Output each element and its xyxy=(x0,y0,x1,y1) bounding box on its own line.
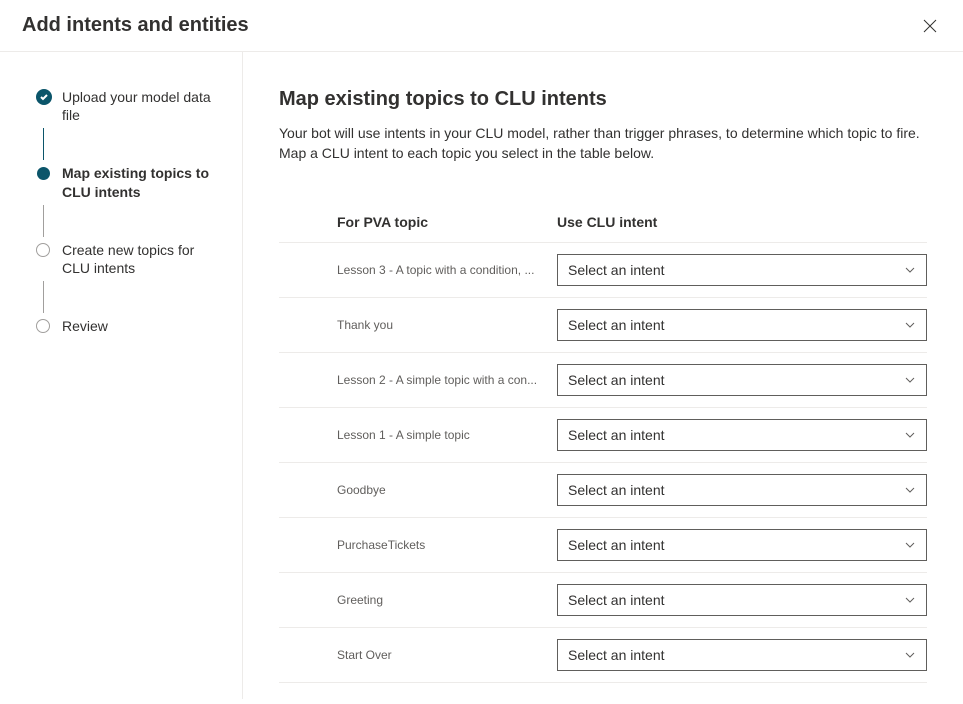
table-row: Lesson 1 - A simple topic Select an inte… xyxy=(279,408,927,463)
column-header-intent: Use CLU intent xyxy=(557,214,927,230)
chevron-down-icon xyxy=(904,594,916,606)
table-row: Greeting Select an intent xyxy=(279,573,927,628)
topic-name: Lesson 1 - A simple topic xyxy=(337,428,557,442)
select-placeholder: Select an intent xyxy=(568,317,665,333)
topic-name: Lesson 2 - A simple topic with a con... xyxy=(337,373,557,387)
topic-name: Start Over xyxy=(337,648,557,662)
mapping-table: For PVA topic Use CLU intent Lesson 3 - … xyxy=(279,214,927,683)
topic-name: Lesson 3 - A topic with a condition, ... xyxy=(337,263,557,277)
step-connector xyxy=(43,205,44,237)
step-connector xyxy=(43,128,44,160)
chevron-down-icon xyxy=(904,264,916,276)
wizard-steps-sidebar: Upload your model data file Map existing… xyxy=(0,52,243,699)
intent-select[interactable]: Select an intent xyxy=(557,529,927,561)
chevron-down-icon xyxy=(904,649,916,661)
step-label: Review xyxy=(62,317,108,335)
intent-select[interactable]: Select an intent xyxy=(557,254,927,286)
topic-name: PurchaseTickets xyxy=(337,538,557,552)
step-label: Map existing topics to CLU intents xyxy=(62,164,220,200)
pending-step-icon xyxy=(36,243,50,257)
step-connector xyxy=(43,281,44,313)
step-label: Create new topics for CLU intents xyxy=(62,241,220,277)
table-row: PurchaseTickets Select an intent xyxy=(279,518,927,573)
table-row: Goodbye Select an intent xyxy=(279,463,927,518)
chevron-down-icon xyxy=(904,484,916,496)
chevron-down-icon xyxy=(904,374,916,386)
close-button[interactable] xyxy=(919,15,941,37)
intent-select[interactable]: Select an intent xyxy=(557,364,927,396)
select-placeholder: Select an intent xyxy=(568,537,665,553)
step-map-topics[interactable]: Map existing topics to CLU intents xyxy=(36,164,220,200)
column-header-topic: For PVA topic xyxy=(337,214,557,230)
chevron-down-icon xyxy=(904,429,916,441)
main-content: Map existing topics to CLU intents Your … xyxy=(243,52,963,699)
table-row: Start Over Select an intent xyxy=(279,628,927,683)
step-label: Upload your model data file xyxy=(62,88,220,124)
topic-name: Goodbye xyxy=(337,483,557,497)
select-placeholder: Select an intent xyxy=(568,427,665,443)
intent-select[interactable]: Select an intent xyxy=(557,584,927,616)
intent-select[interactable]: Select an intent xyxy=(557,474,927,506)
intent-select[interactable]: Select an intent xyxy=(557,419,927,451)
close-icon xyxy=(923,19,937,33)
select-placeholder: Select an intent xyxy=(568,262,665,278)
select-placeholder: Select an intent xyxy=(568,372,665,388)
step-review[interactable]: Review xyxy=(36,317,220,335)
intent-select[interactable]: Select an intent xyxy=(557,639,927,671)
step-create-topics[interactable]: Create new topics for CLU intents xyxy=(36,241,220,277)
table-row: Lesson 3 - A topic with a condition, ...… xyxy=(279,243,927,298)
table-row: Lesson 2 - A simple topic with a con... … xyxy=(279,353,927,408)
topic-name: Greeting xyxy=(337,593,557,607)
select-placeholder: Select an intent xyxy=(568,647,665,663)
dialog-title: Add intents and entities xyxy=(22,14,249,37)
step-upload-model[interactable]: Upload your model data file xyxy=(36,88,220,124)
intent-select[interactable]: Select an intent xyxy=(557,309,927,341)
current-step-icon xyxy=(37,167,50,180)
page-title: Map existing topics to CLU intents xyxy=(279,88,927,111)
chevron-down-icon xyxy=(904,319,916,331)
page-description: Your bot will use intents in your CLU mo… xyxy=(279,123,927,164)
chevron-down-icon xyxy=(904,539,916,551)
table-row: Thank you Select an intent xyxy=(279,298,927,353)
select-placeholder: Select an intent xyxy=(568,482,665,498)
check-icon xyxy=(36,89,52,105)
topic-name: Thank you xyxy=(337,318,557,332)
dialog-header: Add intents and entities xyxy=(0,0,963,52)
select-placeholder: Select an intent xyxy=(568,592,665,608)
pending-step-icon xyxy=(36,319,50,333)
table-header: For PVA topic Use CLU intent xyxy=(279,214,927,243)
